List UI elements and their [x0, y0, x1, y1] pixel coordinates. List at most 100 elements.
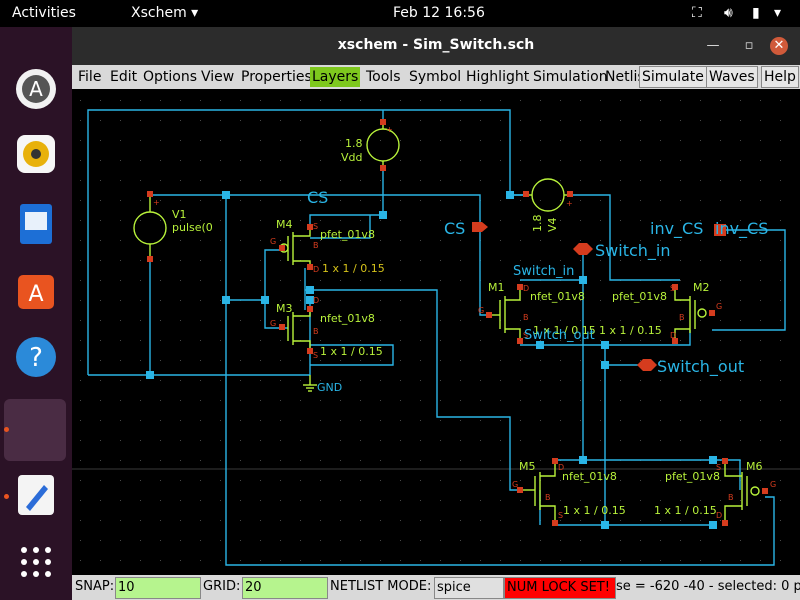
menu-simulation[interactable]: Simulation	[531, 67, 610, 87]
show-apps-icon[interactable]	[14, 540, 58, 584]
numlock-indicator: NUM LOCK SET!	[504, 577, 616, 599]
top-bar: Activities Xschem ▾ Feb 12 16:56 ⛶ 🔊︎ ▮ …	[0, 0, 800, 27]
cs-net-label: CS	[307, 188, 328, 207]
app-menu[interactable]: Xschem ▾	[131, 5, 198, 21]
m6-b-pin-label: B	[728, 493, 734, 502]
menu-properties[interactable]: Properties	[239, 67, 314, 87]
simulate-button[interactable]: Simulate	[639, 66, 707, 88]
switch-in-net-label: Switch_in	[513, 264, 574, 279]
m3-size-label: 1 x 1 / 0.15	[320, 345, 383, 358]
software-center-icon[interactable]: A	[14, 267, 58, 311]
activities-button[interactable]: Activities	[12, 5, 76, 21]
netlist-mode-label: NETLIST MODE:	[330, 579, 432, 594]
v1-plus-sign: +	[153, 198, 160, 207]
m1-label: M1	[488, 281, 505, 294]
xschem-window: xschem - Sim_Switch.sch — ▫ ✕ File Edit …	[72, 27, 800, 600]
m6-model-label: pfet_01v8	[665, 470, 720, 483]
m4-model-label: pfet_01v8	[320, 228, 375, 241]
battery-icon[interactable]: ▮	[752, 5, 760, 21]
m3-s-pin-label: S	[313, 351, 318, 360]
question-glyph: ?	[16, 337, 56, 377]
volume-icon[interactable]: 🔊︎	[724, 5, 733, 21]
switch-out-pin-label: Switch_out	[657, 357, 744, 377]
help-button[interactable]: Help	[761, 66, 799, 88]
svg-text:?: ?	[29, 343, 43, 373]
junction	[506, 191, 514, 199]
junction	[306, 286, 314, 294]
m3-label: M3	[276, 302, 293, 315]
network-icon[interactable]: ⛶	[692, 5, 702, 21]
menu-tools[interactable]: Tools	[364, 67, 403, 87]
document-glyph	[20, 204, 52, 244]
menu-options[interactable]: Options	[141, 67, 199, 87]
m4-label: M4	[276, 218, 293, 231]
running-indicator	[4, 427, 9, 432]
vdd-plus-sign: +	[386, 125, 393, 134]
waves-button[interactable]: Waves	[706, 66, 758, 88]
vdd-name-label: Vdd	[341, 151, 363, 164]
system-menu-icon[interactable]: ▾	[774, 5, 781, 21]
m4-d-pin-label: D	[313, 265, 319, 274]
dock: A A ?	[0, 27, 72, 600]
m3-g-pin-label: G	[270, 319, 276, 328]
m1-g-pin-label: G	[478, 306, 484, 315]
close-icon[interactable]: ✕	[770, 37, 788, 55]
m3-d-pin-label: D	[313, 296, 319, 305]
mouse-position-info: se = -620 -40 - selected: 0 pa	[616, 579, 800, 594]
m5-label: M5	[519, 460, 536, 473]
m4-g-pin-label: G	[270, 237, 276, 246]
m1-d-pin-label: D	[523, 284, 529, 293]
m6-g-pin-label: G	[770, 480, 776, 489]
grid-label: GRID:	[203, 579, 241, 594]
m5-d-pin-label: D	[558, 463, 564, 472]
schematic-svg: 1.8 Vdd V1 pulse(0 M4 pfet_01v8 1 x 1 / …	[72, 89, 800, 575]
m2-g-pin-label: G	[716, 302, 722, 311]
v4-name-label: V4	[546, 217, 559, 232]
clock[interactable]: Feb 12 16:56	[393, 5, 485, 21]
updater-glyph: A	[16, 69, 56, 109]
m2-size-label: 1 x 1 / 0.15	[599, 324, 662, 337]
text-editor-icon[interactable]	[14, 473, 58, 517]
menu-highlight[interactable]: Highlight	[464, 67, 531, 87]
m4-size-label: 1 x 1 / 0.15	[322, 262, 385, 275]
help-icon[interactable]: ?	[14, 335, 58, 379]
junction	[261, 296, 269, 304]
vdd-value-label: 1.8	[345, 137, 363, 150]
maximize-icon[interactable]: ▫	[740, 37, 758, 55]
m1-model-label: nfet_01v8	[530, 290, 585, 303]
xschem-dock-icon[interactable]	[4, 399, 66, 461]
schematic-canvas[interactable]: 1.8 Vdd V1 pulse(0 M4 pfet_01v8 1 x 1 / …	[72, 89, 800, 575]
running-indicator	[4, 494, 9, 499]
menu-layers[interactable]: Layers	[310, 67, 361, 87]
junction	[601, 341, 609, 349]
netlist-mode-value[interactable]: spice	[434, 577, 504, 599]
m5-g-pin-label: G	[512, 480, 518, 489]
m4-s-pin-label: S	[313, 222, 318, 231]
menu-file[interactable]: File	[76, 67, 103, 87]
menu-netlist[interactable]: Netlis	[603, 67, 639, 87]
v1-value-label: pulse(0	[172, 221, 213, 234]
switch-in-pin-label: Switch_in	[595, 241, 670, 261]
menu-view[interactable]: View	[199, 67, 236, 87]
bag-glyph: A	[18, 275, 54, 309]
speaker-glyph	[17, 135, 55, 173]
software-updater-icon[interactable]: A	[14, 67, 58, 111]
junction	[601, 361, 609, 369]
junction	[601, 521, 609, 529]
switch-out-net-label: Switch_out	[524, 328, 595, 343]
m5-s-pin-label: S	[558, 511, 563, 520]
m2-label: M2	[693, 281, 710, 294]
rhythmbox-icon[interactable]	[14, 132, 58, 176]
m6-d-pin-label: D	[716, 511, 722, 520]
v4-plus-sign: +	[566, 199, 573, 208]
gnd-label: GND	[317, 381, 342, 394]
menu-edit[interactable]: Edit	[108, 67, 139, 87]
dropdown-triangle-icon: ▾	[191, 5, 199, 21]
menu-symbol[interactable]: Symbol	[407, 67, 463, 87]
m1-b-pin-label: B	[523, 313, 529, 322]
writer-icon[interactable]	[14, 202, 58, 246]
grid-input[interactable]: 20	[242, 577, 328, 599]
snap-input[interactable]: 10	[115, 577, 201, 599]
inv-cs-net-label: inv_CS	[715, 219, 768, 239]
minimize-icon[interactable]: —	[704, 37, 722, 55]
